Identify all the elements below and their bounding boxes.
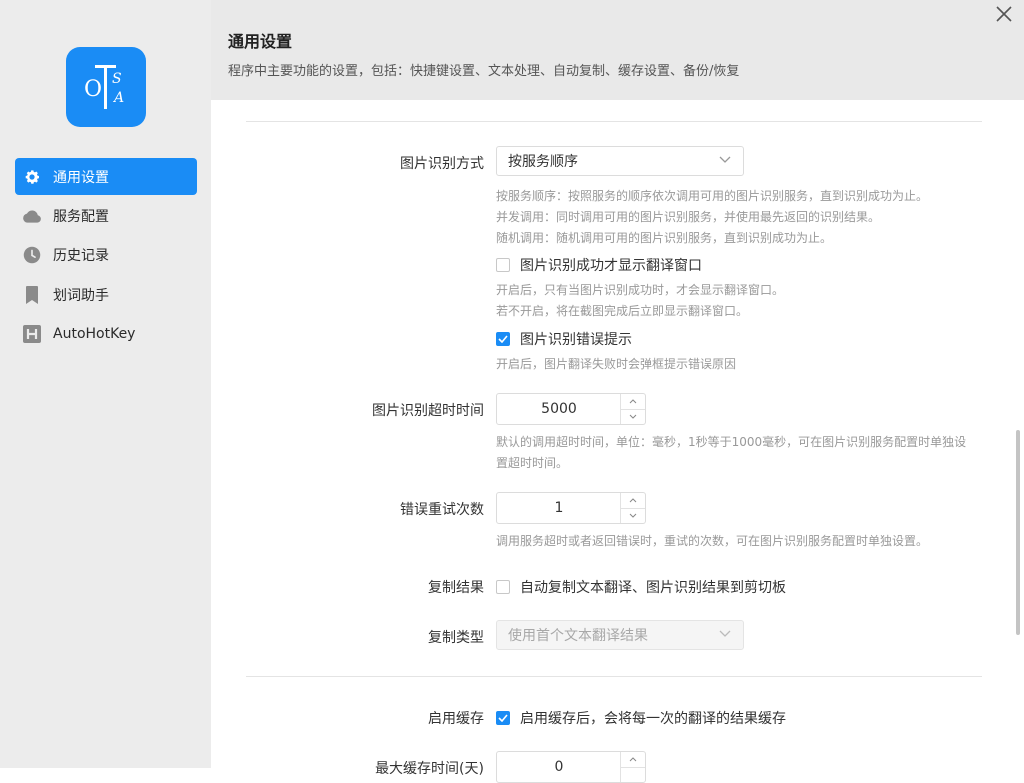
retry-label: 错误重试次数 [400,502,484,518]
retry-value[interactable]: 1 [497,493,621,523]
close-button[interactable] [994,4,1014,24]
show-on-success-checkbox-row[interactable]: 图片识别成功才显示翻译窗口 [496,255,702,275]
stepper-arrows [620,493,645,523]
copy-type-select[interactable]: 使用首个文本翻译结果 [496,620,744,650]
sidebar-item-service-config[interactable]: 服务配置 [15,197,197,234]
sidebar-item-label: 通用设置 [53,169,109,186]
enable-cache-label: 启用缓存 [428,711,484,727]
increment-button[interactable] [621,493,645,509]
decrement-button[interactable] [621,409,645,424]
copy-result-checkbox-label: 自动复制文本翻译、图片识别结果到剪切板 [520,580,786,596]
error-tip-checkbox-row[interactable]: 图片识别错误提示 [496,329,632,349]
cache-time-value[interactable]: 0 [497,752,621,782]
settings-panel: 图片识别方式 按服务顺序 按服务顺序：按照服务的顺序依次调用可用的图片识别服务，… [211,100,1024,783]
increment-button[interactable] [621,394,645,410]
page-subtitle: 程序中主要功能的设置，包括：快捷键设置、文本处理、自动复制、缓存设置、备份/恢复 [228,64,740,79]
enable-cache-checkbox[interactable] [496,711,510,725]
help-line: 随机调用：随机调用可用的图片识别服务，直到识别成功为止。 [496,231,833,245]
cache-time-stepper[interactable]: 0 [496,751,646,783]
help-line: 置超时时间。 [496,456,569,470]
copy-type-value: 使用首个文本翻译结果 [508,628,648,644]
sidebar-item-label: 历史记录 [53,247,109,264]
sidebar-item-label: 划词助手 [53,287,109,304]
error-tip-label: 图片识别错误提示 [520,332,632,348]
page-header: 通用设置 程序中主要功能的设置，包括：快捷键设置、文本处理、自动复制、缓存设置、… [211,0,1024,100]
help-line: 默认的调用超时时间，单位：毫秒，1秒等于1000毫秒，可在图片识别服务配置时单独… [496,435,967,449]
divider [246,676,982,677]
sidebar-item-history[interactable]: 历史记录 [15,236,197,273]
ocr-mode-select[interactable]: 按服务顺序 [496,146,744,176]
retry-help: 调用服务超时或者返回错误时，重试的次数，可在图片识别服务配置时单独设置。 [496,534,929,548]
stepper-arrows [620,752,645,782]
chevron-down-icon [719,156,731,163]
svg-text:A: A [112,90,124,106]
enable-cache-checkbox-row[interactable]: 启用缓存后，会将每一次的翻译的结果缓存 [496,708,786,728]
timeout-label: 图片识别超时时间 [372,403,484,419]
chevron-up-icon [629,498,637,503]
ocr-mode-label: 图片识别方式 [400,156,484,172]
svg-text:S: S [112,71,122,87]
show-on-success-help: 开启后，只有当图片识别成功时，才会显示翻译窗口。 若不开启，将在截图完成后立即显… [496,280,784,322]
retry-stepper[interactable]: 1 [496,492,646,524]
app-logo: O S A [66,47,146,127]
copy-type-label: 复制类型 [428,630,484,646]
chevron-down-icon [629,513,637,518]
help-line: 若不开启，将在截图完成后立即显示翻译窗口。 [496,304,749,318]
show-on-success-label: 图片识别成功才显示翻译窗口 [520,258,702,274]
cloud-icon [22,206,42,226]
copy-result-label: 复制结果 [428,580,484,596]
increment-button[interactable] [621,752,645,768]
ocr-mode-help: 按服务顺序：按照服务的顺序依次调用可用的图片识别服务，直到识别成功为止。 并发调… [496,186,928,249]
sidebar-item-label: AutoHotKey [53,325,136,342]
enable-cache-checkbox-label: 启用缓存后，会将每一次的翻译的结果缓存 [520,711,786,727]
cache-time-label: 最大缓存时间(天) [375,761,484,777]
sidebar-item-label: 服务配置 [53,208,109,225]
sidebar-item-general-settings[interactable]: 通用设置 [15,158,197,195]
ocr-mode-value: 按服务顺序 [508,154,578,170]
chevron-down-icon [629,414,637,419]
stepper-arrows [620,394,645,424]
timeout-value[interactable]: 5000 [497,394,621,424]
chevron-up-icon [629,399,637,404]
clock-icon [22,245,42,265]
timeout-help: 默认的调用超时时间，单位：毫秒，1秒等于1000毫秒，可在图片识别服务配置时单独… [496,432,966,474]
error-tip-help: 开启后，图片翻译失败时会弹框提示错误原因 [496,357,737,371]
bookmark-icon [22,285,42,305]
divider [246,121,982,122]
show-on-success-checkbox[interactable] [496,258,510,272]
check-icon [498,714,508,722]
copy-result-checkbox[interactable] [496,580,510,594]
sidebar-item-autohotkey[interactable]: AutoHotKey [15,315,197,352]
close-icon [996,6,1012,22]
copy-result-checkbox-row[interactable]: 自动复制文本翻译、图片识别结果到剪切板 [496,577,786,597]
autohotkey-icon [22,324,42,344]
help-line: 并发调用：同时调用可用的图片识别服务，并使用最先返回的识别结果。 [496,210,881,224]
help-line: 开启后，只有当图片识别成功时，才会显示翻译窗口。 [496,283,785,297]
gear-icon [22,167,42,187]
error-tip-checkbox[interactable] [496,332,510,346]
page-title: 通用设置 [228,32,293,51]
sidebar: O S A 通用设置 服务配置 历史记录 划词助手 AutoHotKey [0,0,211,768]
decrement-button[interactable] [621,508,645,523]
scrollbar-thumb[interactable] [1016,430,1020,635]
chevron-down-icon [719,630,731,637]
check-icon [498,335,508,343]
svg-text:O: O [84,77,102,102]
timeout-stepper[interactable]: 5000 [496,393,646,425]
help-line: 按服务顺序：按照服务的顺序依次调用可用的图片识别服务，直到识别成功为止。 [496,189,929,203]
sidebar-item-word-assistant[interactable]: 划词助手 [15,276,197,313]
chevron-up-icon [629,757,637,762]
